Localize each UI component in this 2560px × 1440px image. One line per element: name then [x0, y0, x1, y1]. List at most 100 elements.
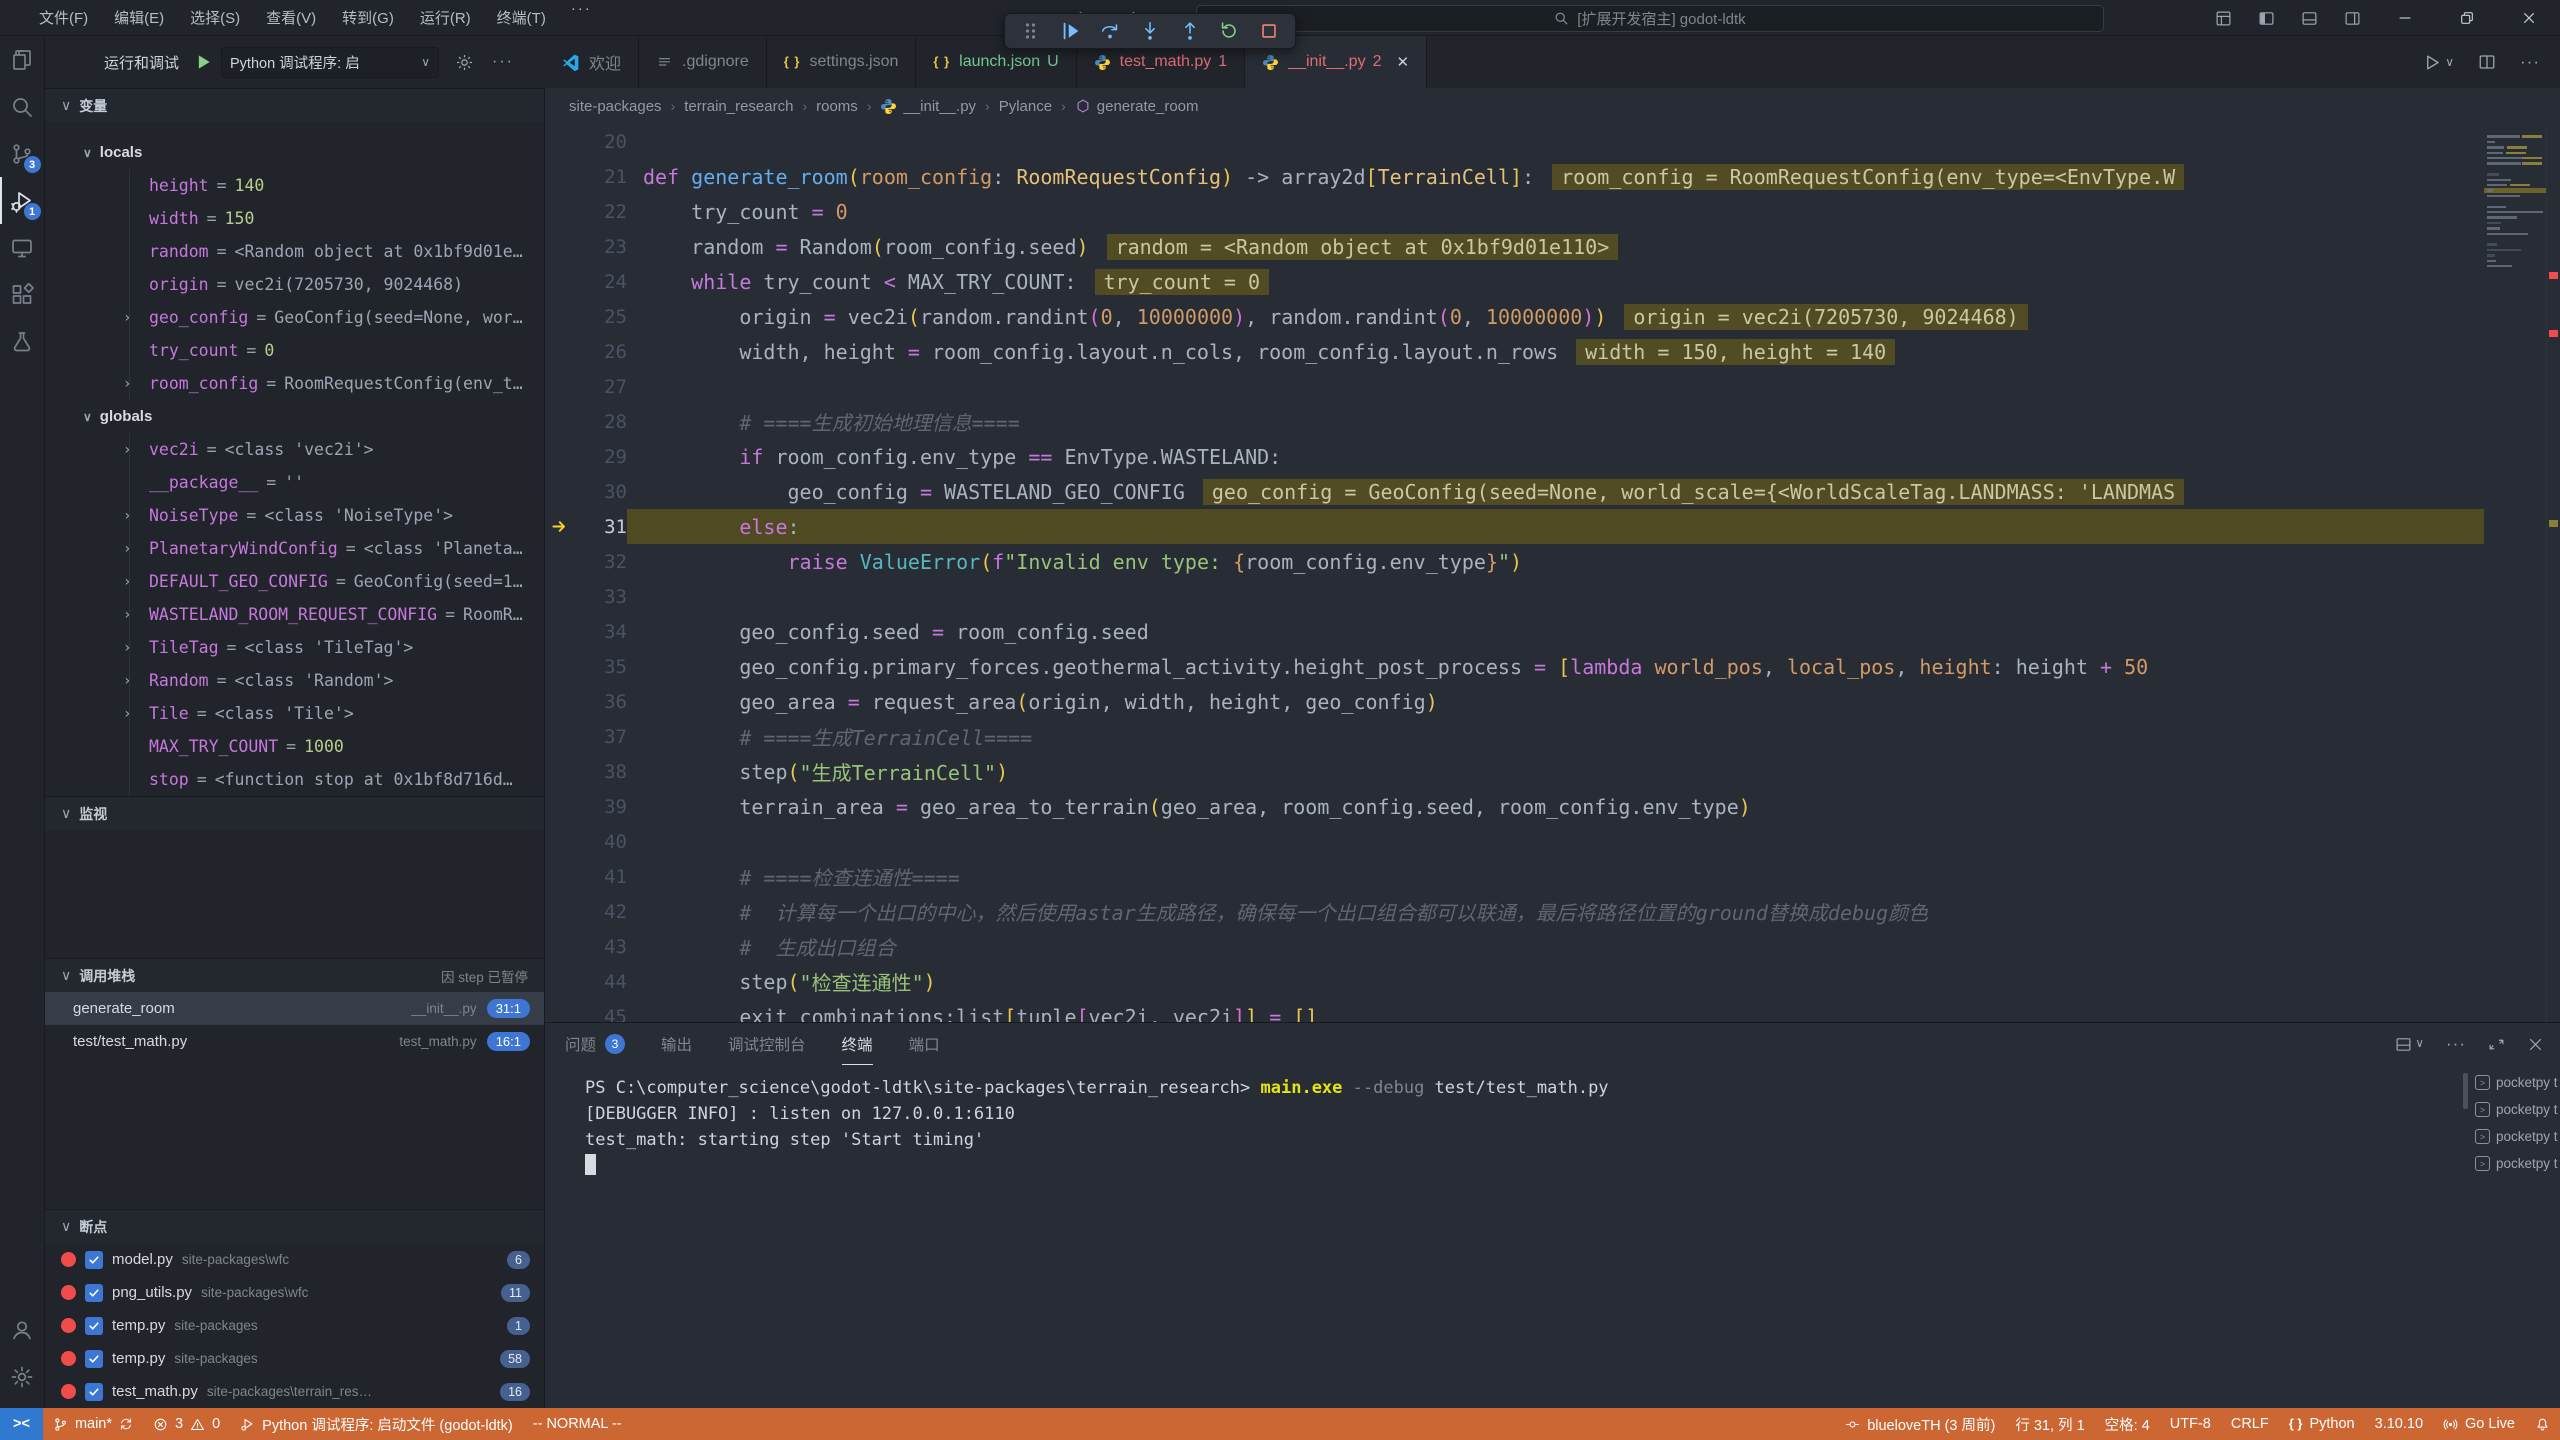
menu-item[interactable]: 编辑(E): [101, 0, 177, 35]
variable-row[interactable]: ›Random=<class 'Random'>: [45, 664, 544, 697]
more-actions-icon[interactable]: ···: [492, 53, 514, 71]
expand-chevron-icon[interactable]: ›: [123, 574, 149, 590]
variable-row[interactable]: ›DEFAULT_GEO_CONFIG=GeoConfig(seed=1…: [45, 565, 544, 598]
start-debug-icon[interactable]: [193, 52, 213, 72]
command-center-search[interactable]: [扩展开发宿主] godot-ldtk: [1196, 5, 2104, 32]
variable-row[interactable]: width=150: [45, 202, 544, 235]
breakpoint-checkbox[interactable]: [85, 1317, 103, 1335]
close-icon[interactable]: [2527, 1036, 2544, 1053]
debug-config-dropdown[interactable]: Python 调试程序: 启 ∨: [221, 47, 439, 78]
overview-ruler[interactable]: [2546, 124, 2560, 1022]
breakpoints-pane-header[interactable]: ∨ 断点: [45, 1209, 544, 1243]
activity-remote-explorer-icon[interactable]: [0, 224, 45, 271]
terminal-scrollbar[interactable]: [2463, 1073, 2468, 1109]
variable-row[interactable]: ›room_config=RoomRequestConfig(env_t…: [45, 367, 544, 400]
variable-row[interactable]: origin=vec2i(7205730, 9024468): [45, 268, 544, 301]
activity-account-icon[interactable]: [0, 1306, 45, 1353]
breakpoint-row[interactable]: png_utils.pysite-packages\wfc11: [45, 1276, 544, 1309]
status-python-version[interactable]: 3.10.10: [2365, 1408, 2433, 1440]
toggle-sidebar-icon[interactable]: [2245, 10, 2288, 27]
menu-item[interactable]: 转到(G): [329, 0, 407, 35]
expand-chevron-icon[interactable]: ›: [123, 310, 149, 326]
breadcrumb-item[interactable]: Pylance: [999, 98, 1052, 115]
terminal-instance[interactable]: >pocketpy te…: [2470, 1150, 2558, 1177]
gear-icon[interactable]: [455, 53, 474, 72]
status-remote[interactable]: ><: [0, 1408, 43, 1440]
close-icon[interactable]: ✕: [1396, 53, 1409, 71]
step-into-icon[interactable]: [1135, 16, 1165, 46]
variable-row[interactable]: try_count=0: [45, 334, 544, 367]
panel-tab-端口[interactable]: 端口: [909, 1023, 940, 1065]
status-branch[interactable]: main*: [43, 1408, 143, 1440]
code-editor[interactable]: 2021def generate_room(room_config: RoomR…: [545, 124, 2560, 1022]
tab--[interactable]: 欢迎: [545, 36, 639, 88]
breadcrumb[interactable]: site-packages›terrain_research›rooms›__i…: [545, 88, 2560, 124]
breadcrumb-item[interactable]: site-packages: [569, 98, 662, 115]
breadcrumb-item[interactable]: terrain_research: [684, 98, 793, 115]
menu-item[interactable]: 运行(R): [407, 0, 484, 35]
status-eol[interactable]: CRLF: [2221, 1408, 2279, 1440]
restart-icon[interactable]: [1214, 16, 1244, 46]
breakpoint-row[interactable]: temp.pysite-packages58: [45, 1342, 544, 1375]
status-notifications[interactable]: [2525, 1408, 2560, 1440]
activity-source-control-icon[interactable]: 3: [0, 130, 45, 177]
status-encoding[interactable]: UTF-8: [2160, 1408, 2221, 1440]
expand-chevron-icon[interactable]: ›: [123, 508, 149, 524]
breadcrumb-item[interactable]: __init__.py: [880, 98, 976, 115]
menu-item[interactable]: 选择(S): [177, 0, 253, 35]
expand-chevron-icon[interactable]: ›: [123, 706, 149, 722]
menu-more-icon[interactable]: ···: [559, 0, 604, 35]
activity-run-debug-icon[interactable]: 1: [0, 177, 45, 224]
customize-layout-icon[interactable]: [2202, 10, 2245, 27]
breakpoint-row[interactable]: test_math.pysite-packages\terrain_res…16: [45, 1375, 544, 1408]
step-over-icon[interactable]: [1095, 16, 1125, 46]
variable-scope-globals[interactable]: ∨globals: [45, 400, 544, 433]
panel-tab-终端[interactable]: 终端: [842, 1023, 873, 1065]
continue-icon[interactable]: [1056, 16, 1086, 46]
status-debug-config[interactable]: Python 调试程序: 启动文件 (godot-ldtk): [230, 1408, 523, 1440]
terminal-instance[interactable]: >pocketpy te…: [2470, 1069, 2558, 1096]
minimap[interactable]: [2484, 124, 2546, 1022]
expand-chevron-icon[interactable]: ›: [123, 442, 149, 458]
activity-extensions-icon[interactable]: [0, 271, 45, 318]
status-language[interactable]: { }Python: [2279, 1408, 2365, 1440]
status-indentation[interactable]: 空格: 4: [2095, 1408, 2160, 1440]
variable-row[interactable]: __package__='': [45, 466, 544, 499]
breakpoint-row[interactable]: model.pysite-packages\wfc6: [45, 1243, 544, 1276]
callstack-frame[interactable]: generate_room__init__.py31:1: [45, 992, 544, 1025]
variables-pane-header[interactable]: ∨ 变量: [45, 88, 544, 122]
drag-handle-icon[interactable]: [1016, 16, 1046, 46]
variable-row[interactable]: random=<Random object at 0x1bf9d01e…: [45, 235, 544, 268]
step-out-icon[interactable]: [1175, 16, 1205, 46]
expand-chevron-icon[interactable]: ›: [123, 640, 149, 656]
breakpoint-checkbox[interactable]: [85, 1383, 103, 1401]
callstack-frame[interactable]: test/test_math.pytest_math.py16:1: [45, 1025, 544, 1058]
breakpoint-checkbox[interactable]: [85, 1350, 103, 1368]
expand-chevron-icon[interactable]: ›: [123, 541, 149, 557]
variable-row[interactable]: MAX_TRY_COUNT=1000: [45, 730, 544, 763]
toggle-panel-icon[interactable]: [2288, 10, 2331, 27]
variable-row[interactable]: ›TileTag=<class 'TileTag'>: [45, 631, 544, 664]
terminal-instance[interactable]: >pocketpy te…: [2470, 1123, 2558, 1150]
breadcrumb-item[interactable]: rooms: [816, 98, 858, 115]
restore-button[interactable]: [2436, 0, 2498, 36]
variable-row[interactable]: ›geo_config=GeoConfig(seed=None, wor…: [45, 301, 544, 334]
status-go-live[interactable]: Go Live: [2433, 1408, 2525, 1440]
expand-chevron-icon[interactable]: ›: [123, 376, 149, 392]
activity-explorer-icon[interactable]: [0, 36, 45, 83]
maximize-icon[interactable]: [2488, 1036, 2505, 1053]
expand-chevron-icon[interactable]: ›: [123, 673, 149, 689]
breakpoint-checkbox[interactable]: [85, 1284, 103, 1302]
variable-row[interactable]: ›NoiseType=<class 'NoiseType'>: [45, 499, 544, 532]
variable-row[interactable]: ›PlanetaryWindConfig=<class 'Planeta…: [45, 532, 544, 565]
panel-tab-问题[interactable]: 问题3: [565, 1023, 625, 1065]
panel-layout-icon[interactable]: ∨: [2395, 1036, 2424, 1053]
activity-settings-icon[interactable]: [0, 1353, 45, 1400]
more-icon[interactable]: ···: [2446, 1034, 2466, 1054]
expand-chevron-icon[interactable]: ›: [123, 607, 149, 623]
stop-icon[interactable]: [1254, 16, 1284, 46]
status-git-blame[interactable]: blueloveTH (3 周前): [1835, 1408, 2005, 1440]
toggle-secondary-sidebar-icon[interactable]: [2331, 10, 2374, 27]
breakpoint-row[interactable]: temp.pysite-packages1: [45, 1309, 544, 1342]
menu-item[interactable]: 终端(T): [484, 0, 559, 35]
